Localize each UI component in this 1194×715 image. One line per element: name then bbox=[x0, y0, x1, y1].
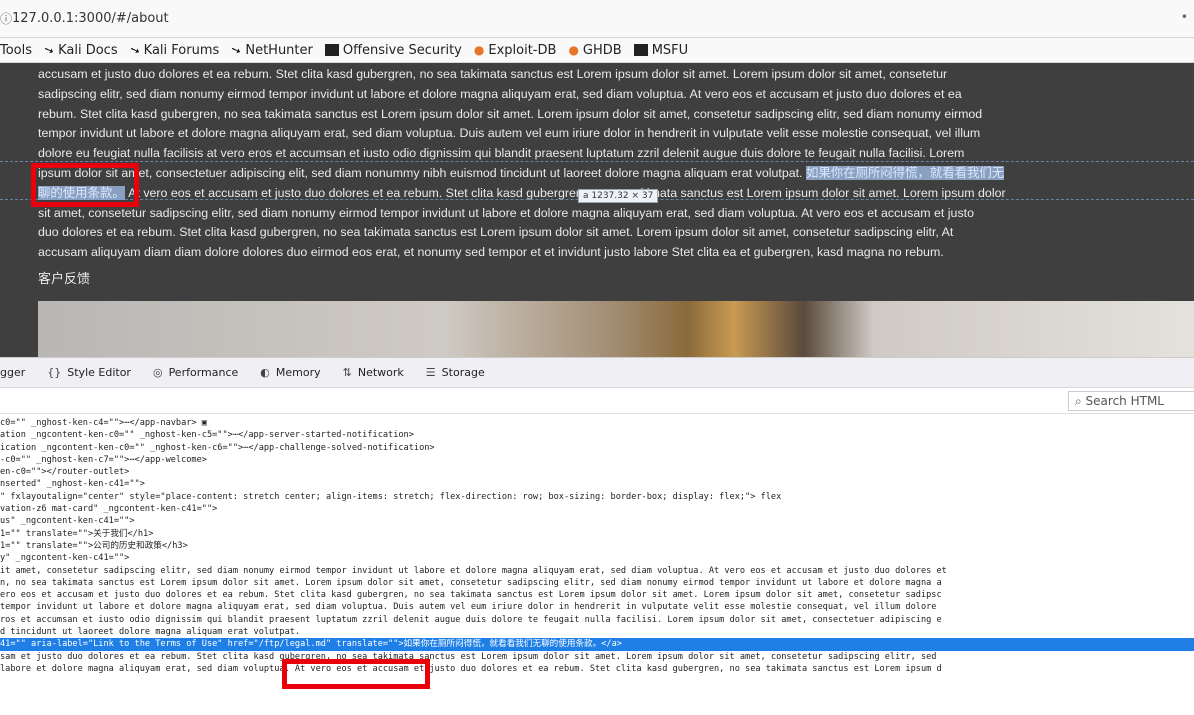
selected-node-line[interactable]: 41="" aria-label="Link to the Terms of U… bbox=[0, 638, 1194, 651]
feedback-image bbox=[38, 301, 1194, 357]
annotation-box bbox=[282, 659, 430, 689]
msfu-icon bbox=[633, 44, 648, 56]
inspector-search-row: ⌕ Search HTML bbox=[0, 388, 1194, 414]
bookmark-tools[interactable]: Tools bbox=[0, 43, 32, 58]
info-icon[interactable]: ⓘ bbox=[0, 10, 12, 27]
search-placeholder: Search HTML bbox=[1085, 394, 1164, 408]
markup-line[interactable]: sam et justo duo dolores et ea rebum. St… bbox=[0, 651, 1194, 663]
paragraph-line: sadipscing elitr, sed diam nonumy eirmod… bbox=[38, 86, 962, 101]
braces-icon: {} bbox=[47, 366, 62, 379]
bookmark-label: Kali Forums bbox=[143, 42, 220, 58]
kali-dragon-icon: ➘ bbox=[229, 41, 244, 59]
markup-line[interactable]: 1="" translate="">公司的历史和政策</h3> bbox=[0, 540, 1194, 552]
bookmark-nethunter[interactable]: ➘ NetHunter bbox=[229, 41, 313, 59]
bookmark-exploit-db[interactable]: ● Exploit-DB bbox=[474, 43, 557, 58]
bookmark-kali-docs[interactable]: ➘ Kali Docs bbox=[41, 41, 118, 59]
tab-network[interactable]: ⇅ Network bbox=[343, 366, 404, 379]
ghdb-icon: ● bbox=[568, 43, 579, 57]
markup-line[interactable]: -c0="" _nghost-ken-c7="">⋯</app-welcome> bbox=[0, 454, 1194, 466]
about-paragraph: accusam et justo duo dolores et ea rebum… bbox=[38, 65, 1194, 263]
network-icon: ⇅ bbox=[342, 366, 352, 379]
tab-label: Performance bbox=[168, 366, 239, 379]
markup-line[interactable]: n, no sea takimata sanctus est Lorem ips… bbox=[0, 577, 1194, 589]
markup-line[interactable]: ation _ngcontent-ken-c0="" _nghost-ken-c… bbox=[0, 429, 1194, 441]
search-html-input[interactable]: ⌕ Search HTML bbox=[1068, 391, 1194, 411]
bookmark-label: Kali Docs bbox=[58, 42, 118, 58]
overflow-icon[interactable]: • bbox=[1181, 10, 1188, 24]
annotation-box bbox=[31, 163, 139, 207]
performance-icon: ◎ bbox=[152, 366, 163, 379]
bookmark-msfu[interactable]: MSFU bbox=[633, 42, 689, 58]
markup-view: c0="" _nghost-ken-c4="">⋯</app-navbar> ▣… bbox=[0, 414, 1194, 675]
markup-line[interactable]: us" _ngcontent-ken-c41=""> bbox=[0, 515, 1194, 527]
paragraph-text: At vero eos et accusam et justo duo dolo… bbox=[124, 185, 1006, 200]
paragraph-line: accusam aliquyam diam diam dolore dolore… bbox=[38, 245, 944, 260]
markup-line[interactable]: vation-z6 mat-card" _ngcontent-ken-c41="… bbox=[0, 503, 1194, 515]
paragraph-line: ipsum dolor sit amet, consectetuer adipi… bbox=[38, 164, 1194, 184]
inspector-tooltip: a 1237.32 × 37 bbox=[578, 189, 659, 203]
offsec-icon bbox=[324, 44, 339, 56]
markup-line[interactable]: it amet, consetetur sadipscing elitr, se… bbox=[0, 565, 1194, 577]
tab-label: Memory bbox=[275, 366, 321, 379]
tab-label: gger bbox=[0, 366, 26, 379]
bookmark-label: NetHunter bbox=[245, 42, 313, 58]
tab-memory[interactable]: ◐ Memory bbox=[260, 366, 320, 379]
bookmark-label: Offensive Security bbox=[342, 42, 462, 58]
markup-line[interactable]: nserted" _nghost-ken-c41=""> bbox=[0, 478, 1194, 490]
bookmarks-toolbar: Tools ➘ Kali Docs ➘ Kali Forums ➘ NetHunter… bbox=[0, 38, 1194, 63]
paragraph-line: sit amet, consetetur sadipscing elitr, s… bbox=[38, 205, 974, 220]
storage-icon: ☰ bbox=[425, 366, 436, 379]
markup-line[interactable]: ication _ngcontent-ken-c0="" _nghost-ken… bbox=[0, 442, 1194, 454]
markup-line[interactable]: ero eos et accusam et justo duo dolores … bbox=[0, 589, 1194, 601]
markup-line[interactable]: ros et accumsan et iusto odio dignissim … bbox=[0, 614, 1194, 626]
markup-line[interactable]: tempor invidunt ut labore et dolore magn… bbox=[0, 601, 1194, 613]
paragraph-line: duo dolores et ea rebum. Stet clita kasd… bbox=[38, 225, 954, 240]
page-content: accusam et justo duo dolores et ea rebum… bbox=[0, 63, 1194, 357]
devtools-toolbar: gger {} Style Editor ◎ Performance ◐ Memory… bbox=[0, 357, 1194, 388]
inspector-guide-line bbox=[0, 161, 1194, 162]
tab-label: Style Editor bbox=[67, 366, 131, 379]
bookmark-label: Exploit-DB bbox=[488, 42, 557, 58]
bookmark-offensive-security[interactable]: Offensive Security bbox=[324, 42, 462, 58]
markup-line[interactable]: " fxlayoutalign="center" style="place-co… bbox=[0, 491, 1194, 503]
terms-of-use-link[interactable]: 如果你在厕所闷得慌，就看看我们无 bbox=[805, 165, 1005, 180]
tab-style-editor[interactable]: {} Style Editor bbox=[47, 366, 131, 379]
url-bar[interactable]: ⓘ 127.0.0.1:3000/#/about • bbox=[0, 0, 1194, 38]
markup-line[interactable]: 1="" translate="">关于我们</h1> bbox=[0, 528, 1194, 540]
url-text[interactable]: 127.0.0.1:3000/#/about bbox=[12, 11, 169, 26]
paragraph-line: accusam et justo duo dolores et ea rebum… bbox=[38, 67, 948, 81]
paragraph-text: ipsum dolor sit amet, consectetuer adipi… bbox=[38, 165, 803, 180]
tab-debugger[interactable]: gger bbox=[0, 366, 25, 379]
markup-line[interactable]: d tincidunt ut laoreet dolore magna aliq… bbox=[0, 626, 1194, 638]
markup-line[interactable]: labore et dolore magna aliquyam erat, se… bbox=[0, 663, 1194, 675]
tab-performance[interactable]: ◎ Performance bbox=[153, 366, 238, 379]
bookmark-label: MSFU bbox=[651, 42, 689, 58]
exploit-db-icon: ● bbox=[473, 43, 485, 57]
tab-label: Storage bbox=[441, 366, 485, 379]
markup-line[interactable]: c0="" _nghost-ken-c4="">⋯</app-navbar> ▣ bbox=[0, 417, 1194, 429]
customer-feedback-heading: 客户反馈 bbox=[38, 271, 91, 286]
kali-dragon-icon: ➘ bbox=[127, 41, 142, 59]
bookmark-ghdb[interactable]: ● GHDB bbox=[568, 43, 621, 58]
tab-storage[interactable]: ☰ Storage bbox=[426, 366, 485, 379]
bookmark-label: GHDB bbox=[582, 42, 622, 58]
bookmark-label: Tools bbox=[0, 42, 33, 58]
markup-line[interactable]: y" _ngcontent-ken-c41=""> bbox=[0, 552, 1194, 564]
markup-line[interactable]: en-c0=""></router-outlet> bbox=[0, 466, 1194, 478]
kali-dragon-icon: ➘ bbox=[41, 41, 57, 59]
tab-label: Network bbox=[357, 366, 404, 379]
bookmark-kali-forums[interactable]: ➘ Kali Forums bbox=[127, 41, 220, 59]
paragraph-line: rebum. Stet clita kasd gubergren, no sea… bbox=[38, 106, 983, 121]
paragraph-line: tempor invidunt ut labore et dolore magn… bbox=[38, 126, 981, 141]
memory-icon: ◐ bbox=[260, 366, 270, 379]
